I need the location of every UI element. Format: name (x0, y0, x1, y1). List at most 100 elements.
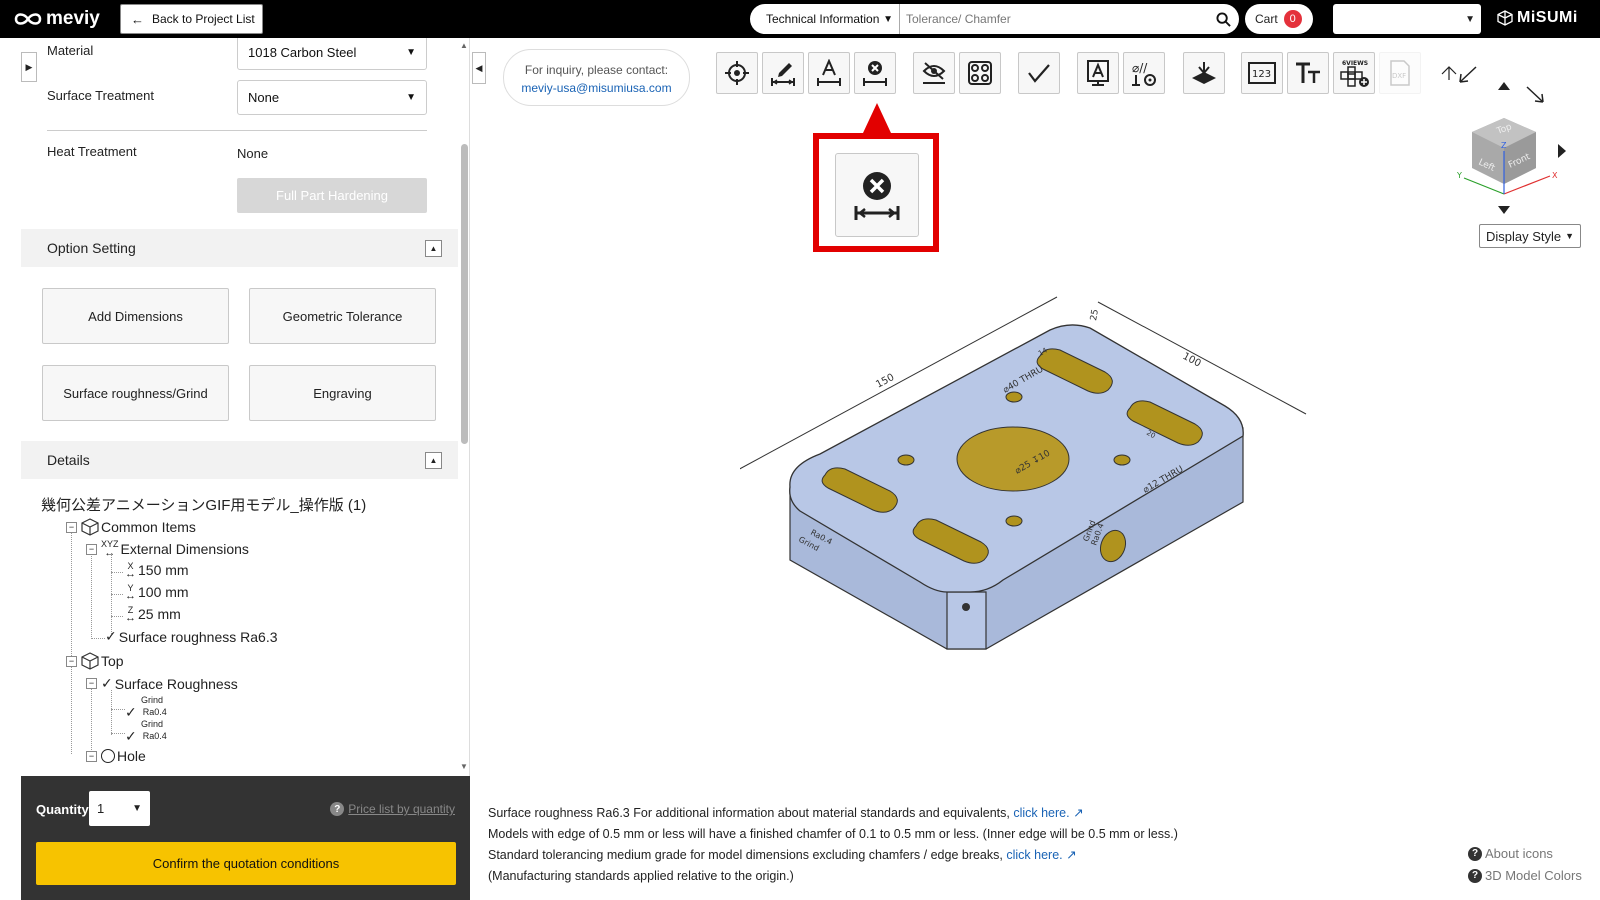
quantity-select[interactable]: 1 ▼ (89, 791, 150, 826)
tree-node-top[interactable]: − Top (66, 652, 124, 670)
rotate-right-arrow-icon[interactable] (1526, 86, 1544, 103)
geometric-tolerance-button[interactable]: Geometric Tolerance (249, 288, 436, 344)
tree-node-surface-roughness[interactable]: − ✓ Surface Roughness (86, 675, 238, 692)
price-list-label: Price list by quantity (348, 802, 455, 816)
display-style-select[interactable]: Display Style ▼ (1479, 224, 1581, 248)
collapse-node-icon[interactable]: − (66, 521, 77, 533)
highlight-callout (813, 133, 939, 252)
external-link-icon[interactable]: ↗ (1066, 848, 1076, 862)
heat-treatment-value: None (237, 146, 269, 161)
option-setting-header: Option Setting ▲ (21, 229, 458, 267)
language-select[interactable]: ▼ (1333, 4, 1481, 34)
footer-text: Surface roughness Ra6.3 For additional i… (488, 806, 1010, 820)
search-category-select[interactable]: Technical Information ▼ (750, 4, 900, 34)
dimension-label-25[interactable]: 25 (1089, 309, 1101, 322)
logo-text: meviy (46, 8, 100, 29)
meviy-logo[interactable]: meviy (14, 8, 100, 30)
delete-dimension-icon[interactable] (854, 52, 896, 94)
collapse-node-icon[interactable]: − (86, 678, 97, 689)
tree-node-common-items[interactable]: − Common Items (66, 518, 196, 536)
chevron-down-icon: ▼ (406, 92, 416, 103)
surface-treatment-select[interactable]: None ▼ (237, 80, 427, 115)
collapse-node-icon[interactable]: − (66, 655, 77, 667)
misumi-logo[interactable]: MiSUMi (1497, 9, 1578, 27)
scroll-up-arrow-icon[interactable]: ▲ (460, 41, 468, 50)
tree-node-hole[interactable]: − Hole (86, 748, 146, 764)
numbering-icon[interactable]: 123 (1241, 52, 1283, 94)
help-links: ? About icons ? 3D Model Colors (1468, 843, 1582, 887)
dxf-icon[interactable]: DXF (1379, 52, 1421, 94)
tree-label: External Dimensions (120, 541, 249, 557)
x-dimension-icon: X ↔ (125, 561, 136, 580)
tree-node-grind-2[interactable]: Grind ✓ Ra0.4 (125, 719, 167, 743)
confirm-quotation-button[interactable]: Confirm the quotation conditions (36, 842, 456, 885)
tree-label: Top (101, 653, 124, 669)
price-list-link[interactable]: ? Price list by quantity (330, 802, 455, 816)
dimension-label-100[interactable]: 100 (1181, 351, 1203, 370)
about-icons-link[interactable]: ? About icons (1468, 843, 1582, 865)
3d-part-model: 150 100 25 ⌀25 ↧10 ⌀40 THRU ⌀12 THRU 14 … (733, 296, 1307, 650)
ra-label: Ra0.4 (142, 731, 167, 741)
tree-node-dim-y[interactable]: Y ↔ 100 mm (125, 584, 189, 602)
svg-text:123: 123 (1252, 69, 1271, 80)
origin-marker-icon (962, 603, 970, 611)
view-cube-icon[interactable]: Top Left Front X Y Z (1436, 66, 1566, 214)
cart-button[interactable]: Cart 0 (1245, 4, 1313, 34)
left-panel-scrollbar[interactable]: ▲ ▼ (458, 38, 469, 776)
surface-roughness-grind-button[interactable]: Surface roughness/Grind (42, 365, 229, 421)
center-fit-icon[interactable] (716, 52, 758, 94)
contact-box: For inquiry, please contact: meviy-usa@m… (503, 49, 690, 106)
full-part-hardening-button[interactable]: Full Part Hardening (237, 178, 427, 213)
scroll-thumb[interactable] (461, 144, 468, 444)
collapse-node-icon[interactable]: − (86, 750, 97, 762)
add-dimensions-button[interactable]: Add Dimensions (42, 288, 229, 344)
collapse-toggle-icon[interactable]: ▲ (425, 452, 442, 469)
collapse-toggle-icon[interactable]: ▲ (425, 240, 442, 257)
text-dimension-icon[interactable] (808, 52, 850, 94)
search-icon[interactable] (1207, 11, 1239, 27)
tolerancing-link[interactable]: click here. (1006, 848, 1062, 862)
rotate-up-arrow-icon[interactable] (1498, 82, 1510, 90)
heat-treatment-label: Heat Treatment (47, 144, 137, 159)
hide-icon[interactable] (913, 52, 955, 94)
six-views-icon[interactable]: 6VIEWS (1333, 52, 1375, 94)
dimension-label-150[interactable]: 150 (874, 372, 896, 391)
tree-node-grind-1[interactable]: Grind ✓ Ra0.4 (125, 695, 167, 719)
left-collapse-icon[interactable]: ▶ (21, 52, 37, 82)
quantity-label: Quantity (36, 802, 89, 817)
external-link-icon[interactable]: ↗ (1073, 806, 1083, 820)
back-to-project-list-button[interactable]: ← Back to Project List (120, 4, 263, 34)
hole-tolerance-icon[interactable]: ⌀// (1123, 52, 1165, 94)
material-select[interactable]: 1018 Carbon Steel ▼ (237, 38, 427, 70)
text-box-icon[interactable] (1077, 52, 1119, 94)
tree-label: Surface roughness Ra6.3 (118, 628, 278, 645)
features-icon[interactable] (959, 52, 1001, 94)
engraving-button[interactable]: Engraving (249, 365, 436, 421)
text-size-icon[interactable] (1287, 52, 1329, 94)
svg-text:⌀//: ⌀// (1132, 61, 1148, 75)
help-icon: ? (1468, 869, 1482, 883)
edit-dimension-icon[interactable] (762, 52, 804, 94)
search-input[interactable] (900, 4, 1207, 34)
chevron-down-icon: ▼ (406, 47, 416, 58)
tree-label: 150 mm (138, 562, 189, 578)
rotate-right-icon[interactable] (1558, 144, 1566, 158)
3d-model-viewport[interactable]: 150 100 25 ⌀25 ↧10 ⌀40 THRU ⌀12 THRU 14 … (733, 296, 1340, 671)
tree-node-dim-z[interactable]: Z ↔ 25 mm (125, 606, 181, 624)
contact-email-link[interactable]: meviy-usa@misumiusa.com (504, 79, 689, 97)
search-bar: Technical Information ▼ (750, 4, 1239, 34)
surface-icon[interactable] (1183, 52, 1225, 94)
tree-node-dim-x[interactable]: X ↔ 150 mm (125, 561, 189, 580)
home-cube-icon[interactable] (1441, 66, 1457, 80)
model-colors-link[interactable]: ? 3D Model Colors (1468, 865, 1582, 887)
collapse-node-icon[interactable]: − (86, 543, 97, 555)
scroll-down-arrow-icon[interactable]: ▼ (460, 762, 468, 771)
quotation-panel: Quantity 1 ▼ ? Price list by quantity Co… (21, 776, 470, 900)
material-standards-link[interactable]: click here. (1013, 806, 1069, 820)
rotate-down-arrow-icon[interactable] (1498, 206, 1510, 214)
roughness-icon[interactable] (1018, 52, 1060, 94)
rotate-left-arrow-icon[interactable] (1459, 66, 1477, 83)
tree-node-surface-roughness-common[interactable]: ✓ Surface roughness Ra6.3 (105, 628, 278, 645)
viewer-collapse-icon[interactable]: ◀ (472, 52, 486, 84)
highlight-arrow (863, 103, 891, 133)
